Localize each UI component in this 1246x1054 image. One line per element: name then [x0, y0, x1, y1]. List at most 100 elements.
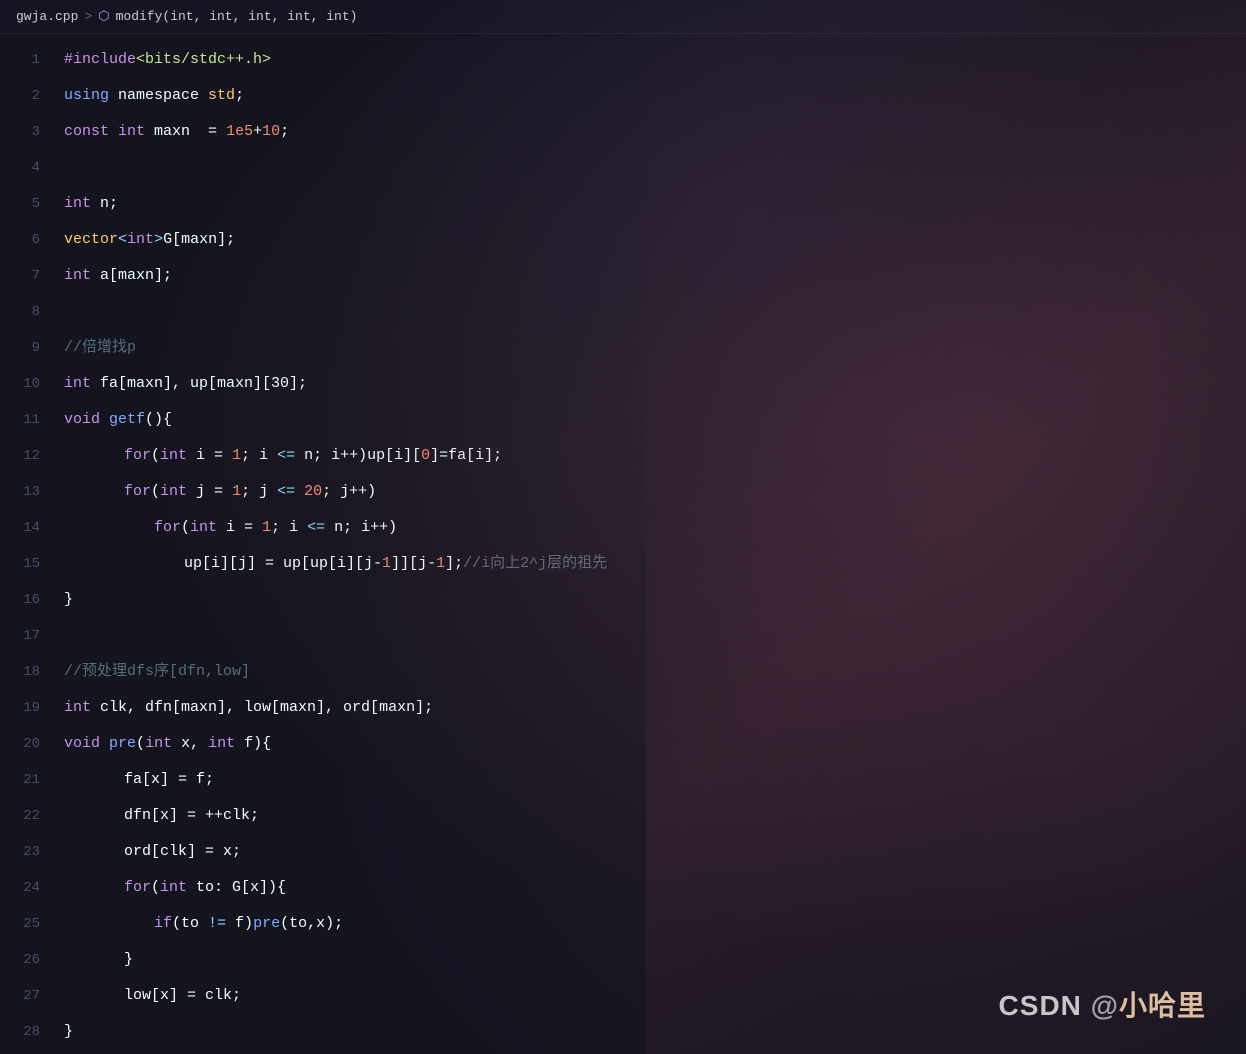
token-white: ;: [280, 123, 289, 140]
token-white: low[x] = clk;: [124, 987, 241, 1004]
line-content: //预处理dfs序[dfn,low]: [60, 654, 1246, 690]
breadcrumb-separator: >: [84, 9, 92, 24]
token-number: 1: [436, 555, 445, 572]
line-number: 4: [0, 150, 60, 186]
code-line: 2using namespace std;: [0, 78, 1246, 114]
line-content: if(to != f)pre(to,x);: [60, 906, 1246, 942]
token-keyword: int: [208, 735, 235, 752]
code-line: 16}: [0, 582, 1246, 618]
token-keyword: int: [160, 879, 187, 896]
token-white: up[i][j] = up[up[i][j-: [184, 555, 382, 572]
token-white: ];: [445, 555, 463, 572]
code-line: 20void pre(int x, int f){: [0, 726, 1246, 762]
token-keyword: const: [64, 123, 109, 140]
token-keyword: for: [124, 447, 151, 464]
breadcrumb-function: modify(int, int, int, int, int): [116, 9, 358, 24]
editor-container: gwja.cpp > ⬡ modify(int, int, int, int, …: [0, 0, 1246, 1054]
line-content: ord[clk] = x;: [60, 834, 1246, 870]
token-func: pre: [253, 915, 280, 932]
token-number: 1e5: [226, 123, 253, 140]
token-cyan: !=: [208, 915, 226, 932]
line-number: 26: [0, 942, 60, 978]
token-white: j =: [187, 483, 232, 500]
code-line: 5int n;: [0, 186, 1246, 222]
token-white: ;: [235, 87, 244, 104]
line-number: 19: [0, 690, 60, 726]
line-number: 3: [0, 114, 60, 150]
token-white: ; j: [241, 483, 277, 500]
code-line: 13for(int j = 1; j <= 20; j++): [0, 474, 1246, 510]
token-keyword: int: [127, 231, 154, 248]
token-cyan: <: [118, 231, 127, 248]
token-cyan: <=: [277, 447, 295, 464]
token-white: n; i++): [325, 519, 397, 536]
line-content: vector<int>G[maxn];: [60, 222, 1246, 258]
token-white: (: [181, 519, 190, 536]
token-white: maxn =: [145, 123, 226, 140]
line-number: 10: [0, 366, 60, 402]
line-number: 9: [0, 330, 60, 366]
code-line: 3const int maxn = 1e5+10;: [0, 114, 1246, 150]
line-number: 18: [0, 654, 60, 690]
token-white: [100, 735, 109, 752]
token-keyword: int: [145, 735, 172, 752]
token-white: G[maxn];: [163, 231, 235, 248]
watermark: CSDN @小哈里: [999, 984, 1206, 1024]
token-white: f){: [235, 735, 271, 752]
token-white: fa[x] = f;: [124, 771, 214, 788]
token-white: n;: [91, 195, 118, 212]
breadcrumb-file: gwja.cpp: [16, 9, 78, 24]
token-keyword: int: [160, 447, 187, 464]
token-keyword: int: [64, 267, 91, 284]
line-content: int a[maxn];: [60, 258, 1246, 294]
line-number: 8: [0, 294, 60, 330]
token-white: [100, 411, 109, 428]
watermark-at: @: [1091, 990, 1119, 1021]
line-content: int n;: [60, 186, 1246, 222]
token-keyword: int: [190, 519, 217, 536]
line-number: 20: [0, 726, 60, 762]
token-keyword: void: [64, 735, 100, 752]
token-cyan: <=: [307, 519, 325, 536]
line-number: 1: [0, 42, 60, 78]
token-white: }: [64, 1023, 73, 1040]
line-number: 7: [0, 258, 60, 294]
token-white: +: [253, 123, 262, 140]
watermark-name: 小哈里: [1119, 990, 1206, 1021]
code-line: 26}: [0, 942, 1246, 978]
code-line: 25if(to != f)pre(to,x);: [0, 906, 1246, 942]
code-line: 7int a[maxn];: [0, 258, 1246, 294]
token-include: <bits/stdc++.h>: [136, 51, 271, 68]
code-line: 21fa[x] = f;: [0, 762, 1246, 798]
token-white: }: [124, 951, 133, 968]
token-func: pre: [109, 735, 136, 752]
token-white: (: [136, 735, 145, 752]
code-line: 18//预处理dfs序[dfn,low]: [0, 654, 1246, 690]
code-line: 6vector<int>G[maxn];: [0, 222, 1246, 258]
line-number: 6: [0, 222, 60, 258]
line-content: up[i][j] = up[up[i][j-1]][j-1];//i向上2^j层…: [60, 546, 1246, 582]
token-keyword: if: [154, 915, 172, 932]
code-line: 9//倍增找p: [0, 330, 1246, 366]
token-keyword: for: [124, 483, 151, 500]
code-line: 19int clk, dfn[maxn], low[maxn], ord[max…: [0, 690, 1246, 726]
line-content: }: [60, 942, 1246, 978]
token-comment: //i向上2^j层的祖先: [463, 555, 607, 572]
code-line: 4: [0, 150, 1246, 186]
line-number: 17: [0, 618, 60, 654]
token-number: 20: [304, 483, 322, 500]
line-number: 22: [0, 798, 60, 834]
line-content: int clk, dfn[maxn], low[maxn], ord[maxn]…: [60, 690, 1246, 726]
line-number: 12: [0, 438, 60, 474]
watermark-prefix: CSDN: [999, 990, 1091, 1021]
line-number: 23: [0, 834, 60, 870]
token-keyword: int: [64, 375, 91, 392]
token-number: 1: [382, 555, 391, 572]
line-number: 15: [0, 546, 60, 582]
token-white: ord[clk] = x;: [124, 843, 241, 860]
token-white: (){: [145, 411, 172, 428]
token-white: dfn[x] = ++clk;: [124, 807, 259, 824]
token-white: [295, 483, 304, 500]
line-number: 16: [0, 582, 60, 618]
code-line: 12for(int i = 1; i <= n; i++)up[i][0]=fa…: [0, 438, 1246, 474]
